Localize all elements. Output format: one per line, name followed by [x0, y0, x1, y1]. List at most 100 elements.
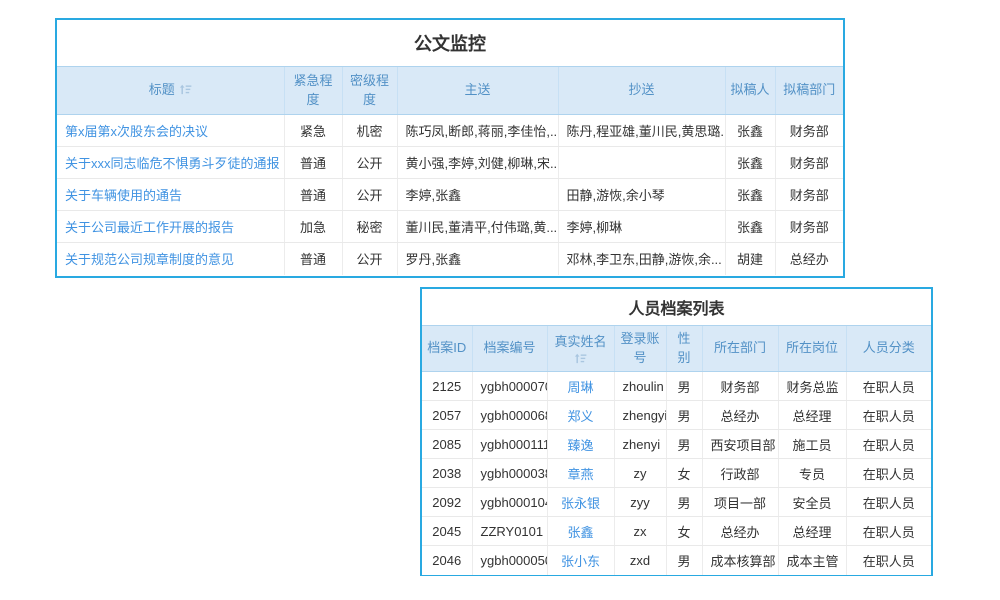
cell-code: ZZRY0101	[472, 517, 547, 546]
cell-id: 2125	[422, 372, 472, 401]
cell-main_send: 李婷,张鑫	[397, 179, 558, 211]
title-link[interactable]: 关于车辆使用的通告	[65, 188, 182, 203]
column-header-account: 登录账号	[614, 326, 666, 372]
cell-post: 专员	[778, 459, 846, 488]
cell-dept: 财务部	[775, 179, 843, 211]
sort-icon[interactable]	[179, 84, 192, 95]
table-row: 2057ygbh000068郑义zhengyi男总经办总经理在职人员	[422, 401, 931, 430]
cell-category: 在职人员	[846, 546, 931, 575]
cell-gender: 男	[666, 372, 702, 401]
cell-gender: 女	[666, 517, 702, 546]
title-link[interactable]: 关于公司最近工作开展的报告	[65, 220, 234, 235]
column-label: 人员分类	[863, 340, 915, 355]
cell-id: 2092	[422, 488, 472, 517]
cell-id: 2085	[422, 430, 472, 459]
cell-dept: 财务部	[702, 372, 778, 401]
cell-post: 施工员	[778, 430, 846, 459]
cell-dept: 财务部	[775, 115, 843, 147]
cell-drafter: 张鑫	[725, 115, 775, 147]
cell-drafter: 张鑫	[725, 211, 775, 243]
column-label: 档案编号	[483, 340, 535, 355]
cell-main_send: 陈巧凤,断郎,蒋丽,李佳怡,...	[397, 115, 558, 147]
column-label: 真实姓名	[554, 334, 606, 349]
cell-dept: 总经办	[702, 517, 778, 546]
cell-code: ygbh000111	[472, 430, 547, 459]
column-label: 所在部门	[714, 340, 766, 355]
table-row: 2092ygbh000104张永银zyy男项目一部安全员在职人员	[422, 488, 931, 517]
cell-main_send: 罗丹,张鑫	[397, 243, 558, 275]
cell-cc: 田静,游恢,余小琴	[558, 179, 725, 211]
column-header-id: 档案ID	[422, 326, 472, 372]
cell-cc: 李婷,柳琳	[558, 211, 725, 243]
name-link[interactable]: 张永银	[561, 496, 600, 511]
table-row: 2085ygbh000111臻逸zhenyi男西安项目部施工员在职人员	[422, 430, 931, 459]
name-link[interactable]: 张小东	[561, 554, 600, 569]
column-header-secrecy: 密级程度	[342, 67, 397, 115]
column-header-code: 档案编号	[472, 326, 547, 372]
title-link[interactable]: 关于规范公司规章制度的意见	[65, 252, 234, 267]
cell-urgency: 普通	[284, 243, 342, 275]
cell-category: 在职人员	[846, 430, 931, 459]
cell-category: 在职人员	[846, 517, 931, 546]
cell-name: 郑义	[547, 401, 614, 430]
cell-account: zhenyi	[614, 430, 666, 459]
column-label: 登录账号	[620, 331, 659, 365]
cell-account: zxd	[614, 546, 666, 575]
cell-account: zhengyi	[614, 401, 666, 430]
cell-category: 在职人员	[846, 488, 931, 517]
sort-icon[interactable]	[574, 353, 587, 364]
column-header-cc: 抄送	[558, 67, 725, 115]
cell-name: 章燕	[547, 459, 614, 488]
column-header-dept: 所在部门	[702, 326, 778, 372]
name-link[interactable]: 章燕	[567, 467, 593, 482]
column-label: 档案ID	[427, 340, 466, 355]
cell-secrecy: 公开	[342, 147, 397, 179]
title-link[interactable]: 关于xxx同志临危不惧勇斗歹徒的通报	[65, 156, 280, 171]
cell-dept: 总经办	[702, 401, 778, 430]
table-row: 2125ygbh000070周琳zhoulin男财务部财务总监在职人员	[422, 372, 931, 401]
cell-id: 2038	[422, 459, 472, 488]
cell-category: 在职人员	[846, 401, 931, 430]
cell-title: 关于公司最近工作开展的报告	[57, 211, 284, 243]
cell-cc: 邓林,李卫东,田静,游恢,余...	[558, 243, 725, 275]
cell-code: ygbh000068	[472, 401, 547, 430]
cell-id: 2045	[422, 517, 472, 546]
column-header-name[interactable]: 真实姓名	[547, 326, 614, 372]
table-row: 关于xxx同志临危不惧勇斗歹徒的通报普通公开黄小强,李婷,刘健,柳琳,宋...张…	[57, 147, 843, 179]
cell-urgency: 普通	[284, 179, 342, 211]
cell-post: 财务总监	[778, 372, 846, 401]
cell-account: zy	[614, 459, 666, 488]
cell-secrecy: 秘密	[342, 211, 397, 243]
personnel-title: 人员档案列表	[422, 289, 931, 325]
cell-account: zyy	[614, 488, 666, 517]
name-link[interactable]: 郑义	[567, 409, 593, 424]
header-row: 标题紧急程度密级程度主送抄送拟稿人拟稿部门	[57, 67, 843, 115]
table-row: 2046ygbh000050张小东zxd男成本核算部成本主管在职人员	[422, 546, 931, 575]
cell-title: 关于规范公司规章制度的意见	[57, 243, 284, 275]
name-link[interactable]: 周琳	[567, 380, 593, 395]
column-header-title[interactable]: 标题	[57, 67, 284, 115]
column-header-gender: 性别	[666, 326, 702, 372]
name-link[interactable]: 臻逸	[567, 438, 593, 453]
column-header-main_send: 主送	[397, 67, 558, 115]
personnel-table: 档案ID档案编号真实姓名登录账号性别所在部门所在岗位人员分类 2125ygbh0…	[422, 325, 931, 575]
cell-dept: 西安项目部	[702, 430, 778, 459]
doc-monitor-table: 标题紧急程度密级程度主送抄送拟稿人拟稿部门 第x届第x次股东会的决议紧急机密陈巧…	[57, 66, 843, 275]
column-label: 拟稿部门	[783, 82, 835, 97]
table-row: 关于公司最近工作开展的报告加急秘密董川民,董清平,付伟璐,黄...李婷,柳琳张鑫…	[57, 211, 843, 243]
column-header-drafter: 拟稿人	[725, 67, 775, 115]
cell-main_send: 董川民,董清平,付伟璐,黄...	[397, 211, 558, 243]
column-label: 拟稿人	[731, 82, 770, 97]
cell-code: ygbh000104	[472, 488, 547, 517]
table-row: 2045ZZRY0101张鑫zx女总经办总经理在职人员	[422, 517, 931, 546]
cell-drafter: 胡建	[725, 243, 775, 275]
title-link[interactable]: 第x届第x次股东会的决议	[65, 124, 208, 139]
personnel-panel: 人员档案列表 档案ID档案编号真实姓名登录账号性别所在部门所在岗位人员分类 21…	[420, 287, 933, 576]
name-link[interactable]: 张鑫	[567, 525, 593, 540]
cell-name: 周琳	[547, 372, 614, 401]
doc-monitor-title: 公文监控	[57, 20, 843, 66]
header-row: 档案ID档案编号真实姓名登录账号性别所在部门所在岗位人员分类	[422, 326, 931, 372]
cell-gender: 男	[666, 488, 702, 517]
cell-drafter: 张鑫	[725, 179, 775, 211]
cell-urgency: 紧急	[284, 115, 342, 147]
